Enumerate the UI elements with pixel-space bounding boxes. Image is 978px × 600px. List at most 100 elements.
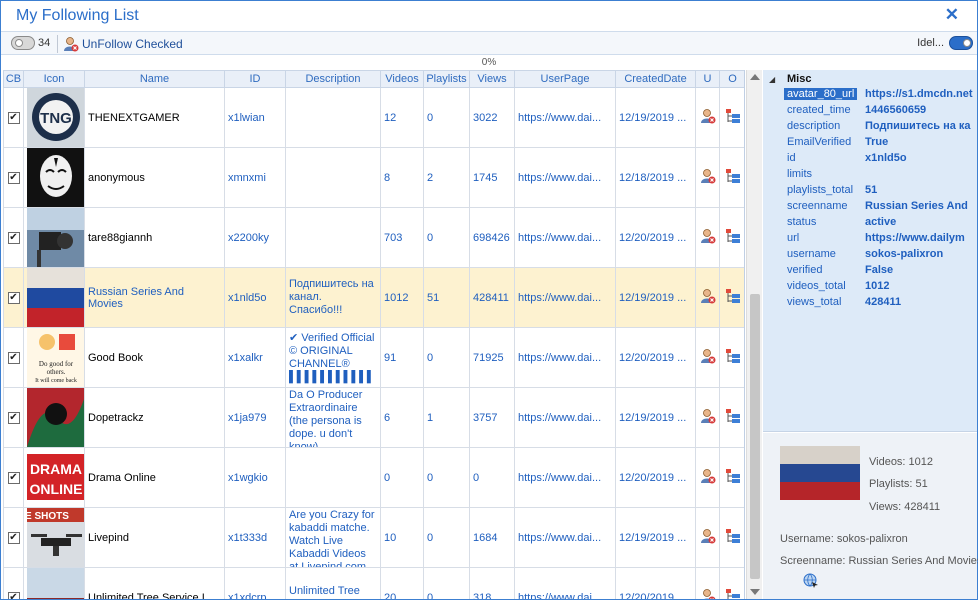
row-checkbox[interactable]: ✔: [7, 412, 20, 424]
col-header-videos[interactable]: Videos: [380, 70, 424, 88]
channel-thumbnail: DRAMA ONLINE: [27, 448, 84, 507]
channel-thumbnail: Do good for others. It will come back: [27, 328, 84, 387]
table-row[interactable]: ✔ Dopetrackz x1ja979 Da O Producer Extraord…: [3, 387, 744, 448]
row-userpage[interactable]: https://www.dai...: [514, 507, 616, 568]
row-userpage[interactable]: https://www.dai...: [514, 567, 616, 599]
row-userpage[interactable]: https://www.dai...: [514, 447, 616, 508]
property-row[interactable]: playlists_total 51: [783, 184, 977, 200]
property-row[interactable]: verified False: [783, 264, 977, 280]
row-videos: 20: [380, 567, 424, 599]
col-header-icon[interactable]: Icon: [23, 70, 85, 88]
property-row[interactable]: status active: [783, 216, 977, 232]
property-row[interactable]: description Подпишитесь на ка: [783, 120, 977, 136]
close-icon[interactable]: ✕: [945, 5, 959, 25]
property-row[interactable]: screenname Russian Series And: [783, 200, 977, 216]
open-list-icon[interactable]: [725, 108, 741, 124]
grid-scrollbar[interactable]: [746, 70, 762, 599]
property-row[interactable]: EmailVerified True: [783, 136, 977, 152]
scroll-thumb[interactable]: [750, 294, 760, 579]
open-list-icon[interactable]: [725, 528, 741, 544]
row-checkbox[interactable]: ✔: [7, 232, 20, 244]
row-checkbox[interactable]: ✔: [7, 172, 20, 184]
unfollow-user-icon[interactable]: [700, 108, 716, 124]
table-row[interactable]: ✔ Do good for others. It will come back Good…: [3, 327, 744, 388]
property-row[interactable]: username sokos-palixron: [783, 248, 977, 264]
scroll-up-arrow[interactable]: [750, 74, 760, 80]
row-unfollow-cell: [695, 267, 720, 328]
property-row[interactable]: id x1nld5o: [783, 152, 977, 168]
row-open-cell: [719, 567, 744, 599]
unfollow-user-icon[interactable]: [700, 168, 716, 184]
property-key: verified: [787, 264, 823, 276]
table-row[interactable]: ✔ tare88giannh x2200ky 703 0 698426 https://ww…: [3, 207, 744, 268]
unfollow-user-icon[interactable]: [700, 468, 716, 484]
row-open-cell: [719, 387, 744, 448]
property-row[interactable]: created_time 1446560659: [783, 104, 977, 120]
property-row[interactable]: limits: [783, 168, 977, 184]
row-userpage[interactable]: https://www.dai...: [514, 207, 616, 268]
open-list-icon[interactable]: [725, 168, 741, 184]
collapse-icon[interactable]: ◢: [769, 75, 775, 84]
property-row[interactable]: videos_total 1012: [783, 280, 977, 296]
row-checkbox[interactable]: ✔: [7, 472, 20, 484]
col-header-views[interactable]: Views: [469, 70, 515, 88]
row-checkbox[interactable]: ✔: [7, 532, 20, 544]
unfollow-checked-button[interactable]: UnFollow Checked: [63, 35, 183, 53]
row-unfollow-cell: [695, 327, 720, 388]
scroll-down-arrow[interactable]: [750, 589, 760, 595]
unfollow-user-icon[interactable]: [700, 528, 716, 544]
col-header-playlists[interactable]: Playlists: [423, 70, 470, 88]
table-row[interactable]: ✔ TNG THENEXTGAMER x1lwian 12 0 3022 https://ww…: [3, 87, 744, 148]
open-list-icon[interactable]: [725, 228, 741, 244]
title-bar: My Following List ✕: [1, 1, 977, 31]
col-header-id[interactable]: ID: [224, 70, 286, 88]
row-userpage[interactable]: https://www.dai...: [514, 327, 616, 388]
grid-header-row: CB Icon Name ID Description Videos Playl…: [3, 70, 744, 88]
unfollow-user-icon[interactable]: [700, 348, 716, 364]
idle-toggle[interactable]: [949, 36, 973, 50]
row-created-date: 12/19/2019 ...: [615, 87, 696, 148]
open-list-icon[interactable]: [725, 348, 741, 364]
table-row[interactable]: ✔ DRAMA ONLINE Drama Online x1wgkio 0 0 0 https:…: [3, 447, 744, 508]
open-list-icon[interactable]: [725, 588, 741, 599]
row-videos: 703: [380, 207, 424, 268]
table-row[interactable]: ✔ anonymous xmnxmi 8 2 1745 https://www.dai...…: [3, 147, 744, 208]
open-list-icon[interactable]: [725, 288, 741, 304]
row-checkbox[interactable]: ✔: [7, 112, 20, 124]
table-row[interactable]: ✔ Russian Series And Movies x1nld5o Подпиши…: [3, 267, 744, 328]
table-row[interactable]: ✔ Unlimited Tree Service I... x1xdcrp Unlim…: [3, 567, 744, 599]
unfollow-user-icon[interactable]: [700, 288, 716, 304]
col-header-cb[interactable]: CB: [3, 70, 24, 88]
toolbar: 34 UnFollow Checked Idel...: [1, 31, 977, 55]
col-header-name[interactable]: Name: [84, 70, 225, 88]
open-web-icon[interactable]: [803, 573, 819, 589]
select-toggle[interactable]: [11, 36, 35, 50]
row-unfollow-cell: [695, 447, 720, 508]
row-userpage[interactable]: https://www.dai...: [514, 267, 616, 328]
property-grid[interactable]: ◢ Misc avatar_80_url https://s1.dmcdn.net…: [763, 70, 977, 432]
open-list-icon[interactable]: [725, 468, 741, 484]
col-header-createddate[interactable]: CreatedDate: [615, 70, 696, 88]
col-header-o[interactable]: O: [719, 70, 744, 88]
row-userpage[interactable]: https://www.dai...: [514, 87, 616, 148]
table-row[interactable]: ✔ E SHOTS Livepind x1t333d Are you Crazy for…: [3, 507, 744, 568]
property-row[interactable]: avatar_80_url https://s1.dmcdn.net: [783, 88, 977, 104]
row-checkbox[interactable]: ✔: [7, 352, 20, 364]
row-userpage[interactable]: https://www.dai...: [514, 387, 616, 448]
col-header-u[interactable]: U: [695, 70, 720, 88]
property-row[interactable]: views_total 428411: [783, 296, 977, 312]
property-value: https://s1.dmcdn.net: [865, 88, 973, 100]
unfollow-user-icon[interactable]: [700, 408, 716, 424]
row-videos: 8: [380, 147, 424, 208]
col-header-description[interactable]: Description: [285, 70, 381, 88]
row-userpage[interactable]: https://www.dai...: [514, 147, 616, 208]
unfollow-user-icon[interactable]: [700, 228, 716, 244]
property-row[interactable]: url https://www.dailym: [783, 232, 977, 248]
summary-videos: Videos: 1012: [869, 456, 934, 468]
unfollow-user-icon[interactable]: [700, 588, 716, 599]
col-header-userpage[interactable]: UserPage: [514, 70, 616, 88]
row-checkbox[interactable]: ✔: [7, 292, 20, 304]
row-checkbox[interactable]: ✔: [7, 592, 20, 599]
open-list-icon[interactable]: [725, 408, 741, 424]
row-created-date: 12/20/2019 ...: [615, 327, 696, 388]
